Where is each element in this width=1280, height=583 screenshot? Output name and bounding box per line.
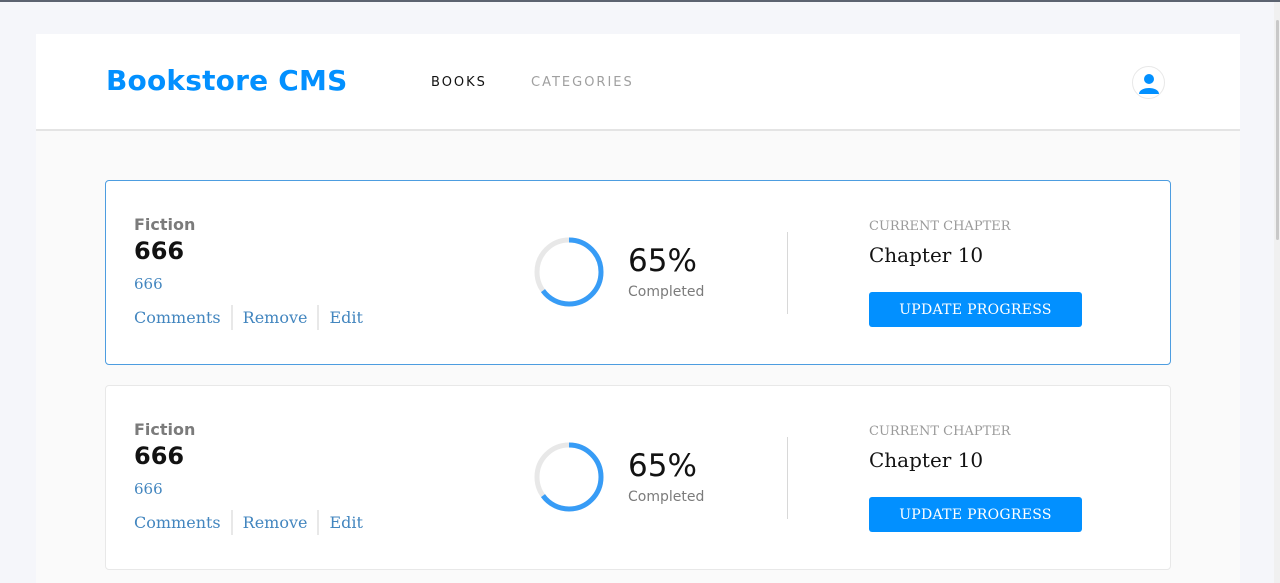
remove-button[interactable]: Remove [243, 308, 308, 327]
user-avatar-button[interactable] [1132, 66, 1165, 99]
update-progress-button[interactable]: UPDATE PROGRESS [869, 497, 1082, 532]
app-panel: Bookstore CMS BOOKS CATEGORIES Fiction 6… [36, 34, 1240, 583]
book-title: 666 [134, 237, 185, 265]
progress-completed-label: Completed [628, 284, 705, 300]
progress-ring [534, 442, 604, 512]
book-card: Fiction 666 666 Comments Remove Edit 65%… [105, 385, 1171, 570]
comments-button[interactable]: Comments [134, 308, 221, 327]
nav-books-link[interactable]: BOOKS [431, 75, 487, 90]
update-progress-button[interactable]: UPDATE PROGRESS [869, 292, 1082, 327]
book-category: Fiction [134, 420, 196, 439]
action-divider [230, 305, 233, 330]
card-divider [787, 437, 788, 519]
card-divider [787, 232, 788, 314]
comments-button[interactable]: Comments [134, 513, 221, 532]
nav-categories-link[interactable]: CATEGORIES [531, 75, 634, 90]
book-card: Fiction 666 666 Comments Remove Edit 65%… [105, 180, 1171, 365]
page-scrollbar[interactable] [1274, 2, 1280, 583]
current-chapter-value: Chapter 10 [869, 448, 984, 472]
edit-button[interactable]: Edit [329, 308, 362, 327]
window-top-border [0, 0, 1280, 2]
action-divider [230, 510, 233, 535]
book-title: 666 [134, 442, 185, 470]
progress-completed-label: Completed [628, 489, 705, 505]
progress-percent: 65% [628, 243, 697, 279]
book-author: 666 [134, 480, 163, 498]
remove-button[interactable]: Remove [243, 513, 308, 532]
progress-ring [534, 237, 604, 307]
current-chapter-label: CURRENT CHAPTER [869, 219, 1011, 234]
app-logo[interactable]: Bookstore CMS [106, 64, 347, 97]
progress-percent: 65% [628, 448, 697, 484]
book-actions: Comments Remove Edit [134, 510, 363, 535]
book-actions: Comments Remove Edit [134, 305, 363, 330]
action-divider [317, 510, 320, 535]
edit-button[interactable]: Edit [329, 513, 362, 532]
book-category: Fiction [134, 215, 196, 234]
user-icon [1138, 73, 1159, 94]
scrollbar-thumb[interactable] [1276, 20, 1279, 240]
app-header: Bookstore CMS BOOKS CATEGORIES [36, 34, 1240, 131]
current-chapter-label: CURRENT CHAPTER [869, 424, 1011, 439]
current-chapter-value: Chapter 10 [869, 243, 984, 267]
action-divider [317, 305, 320, 330]
book-author: 666 [134, 275, 163, 293]
